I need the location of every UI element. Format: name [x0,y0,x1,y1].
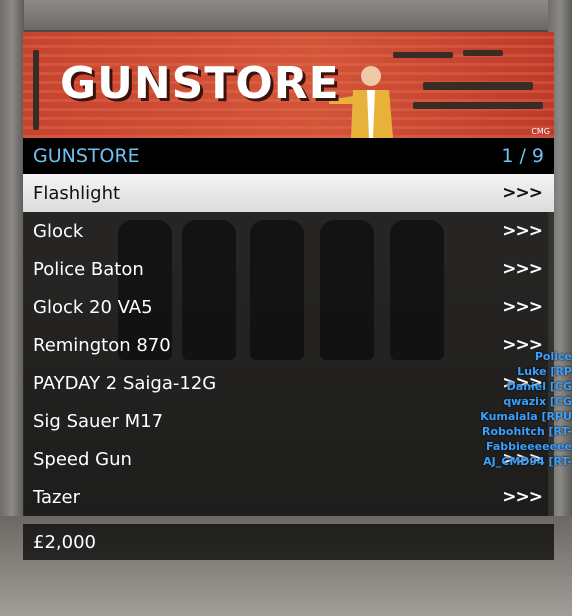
menu-item-label: Sig Sauer M17 [33,410,164,432]
submenu-arrow-icon: >>> [502,221,543,241]
banner-title: GUNSTORE [60,58,340,109]
rifle-silhouette-icon [393,52,453,58]
menu-header-title: GUNSTORE [33,145,140,167]
menu-item-label: Glock 20 VA5 [33,296,153,318]
player-name: Kumalala [RPU [480,410,572,423]
menu-item-tazer[interactable]: Tazer >>> [23,478,554,516]
player-name: Robohitch [RT- [482,425,572,438]
menu-item-glock[interactable]: Glock >>> [23,212,554,250]
menu-item-label: PAYDAY 2 Saiga-12G [33,372,217,394]
rifle-silhouette-icon [413,102,543,109]
menu-item-flashlight[interactable]: Flashlight >>> [23,174,554,212]
gunstore-menu: GUNSTORE CMG GUNSTORE 1 / 9 Flashlight >… [23,32,554,560]
menu-item-police-baton[interactable]: Police Baton >>> [23,250,554,288]
submenu-arrow-icon: >>> [502,259,543,279]
item-price: £2,000 [33,531,96,553]
submenu-arrow-icon: >>> [502,183,543,203]
menu-item-label: Flashlight [33,182,121,204]
player-name: Daniel [CG [506,380,572,393]
submenu-arrow-icon: >>> [502,487,543,507]
menu-item-label: Glock [33,220,84,242]
page-counter: 1 / 9 [501,145,544,167]
banner-badge: CMG [531,127,550,136]
player-list: Police Luke [RP Daniel [CG qwazix [CG Ku… [470,349,572,479]
menu-item-label: Tazer [33,486,80,508]
menu-item-label: Remington 870 [33,334,171,356]
rifle-silhouette-icon [423,82,533,90]
player-name: Fabbieeeeeee [485,440,572,453]
menu-item-label: Speed Gun [33,448,132,470]
item-price-footer: £2,000 [23,524,554,560]
player-name: Police [534,350,572,363]
wall-panel [0,0,572,30]
rifle-silhouette-icon [33,50,39,130]
pistol-silhouette-icon [463,50,503,56]
player-name: AJ_CMD94 [RT- [483,455,572,468]
player-name: qwazix [CG [503,395,572,408]
menu-subheader: GUNSTORE 1 / 9 [23,138,554,174]
menu-banner: GUNSTORE CMG [23,32,554,138]
menu-item-glock-20-va5[interactable]: Glock 20 VA5 >>> [23,288,554,326]
player-name: Luke [RP [517,365,572,378]
menu-item-label: Police Baton [33,258,144,280]
submenu-arrow-icon: >>> [502,297,543,317]
